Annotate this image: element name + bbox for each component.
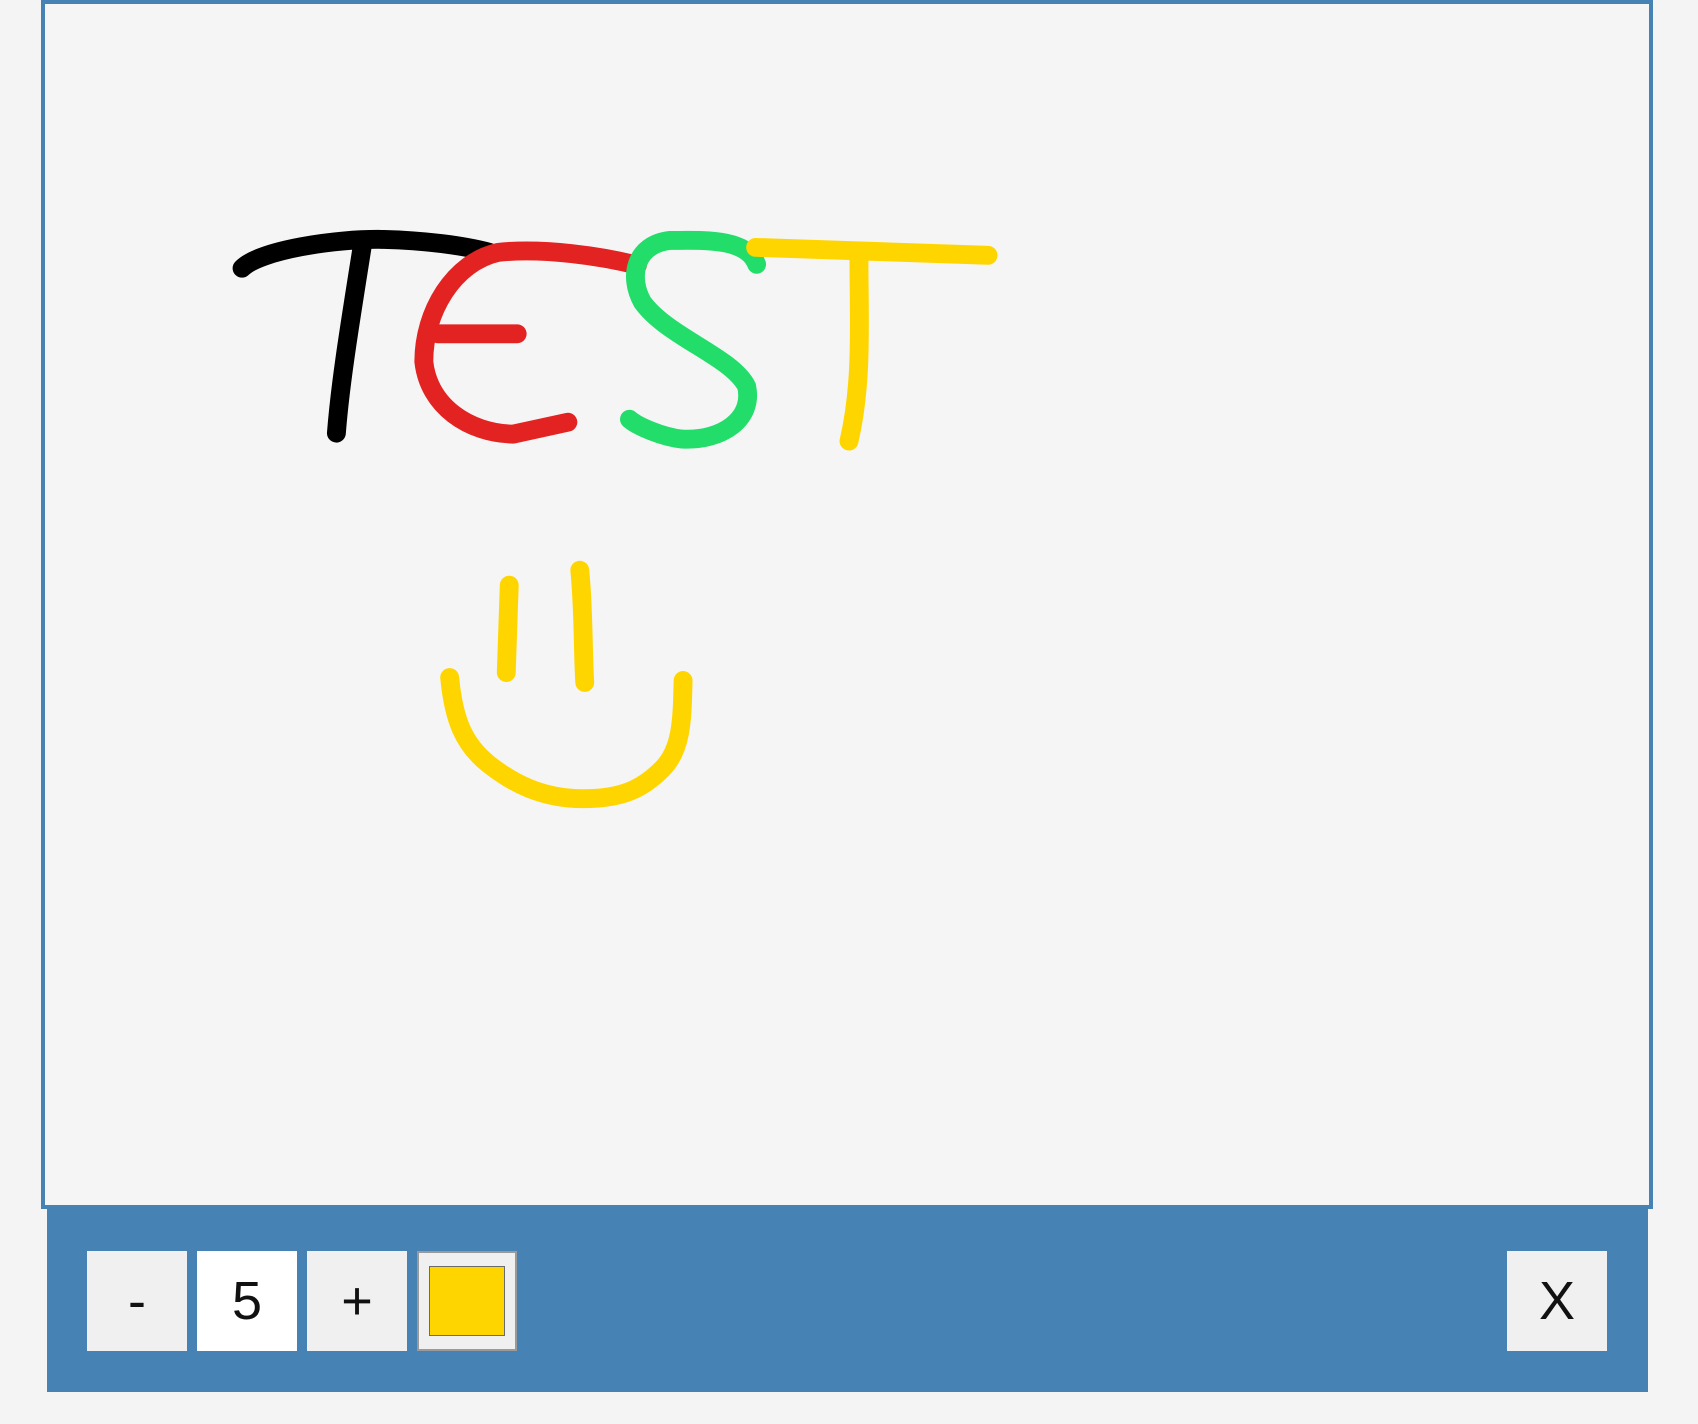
- stroke-smiley-right-eye: [570, 560, 595, 692]
- drawing-app: - 5 + X: [0, 0, 1698, 1424]
- canvas-drawing: [232, 229, 998, 809]
- stroke-smiley-mouth: [440, 668, 693, 809]
- toolbar: - 5 + X: [47, 1209, 1648, 1392]
- stroke-smiley-left-eye: [496, 575, 519, 682]
- stroke-letter-e-red: [414, 241, 647, 444]
- stroke-letter-t-yellow: [746, 237, 998, 451]
- increase-size-button[interactable]: +: [307, 1251, 407, 1351]
- decrease-size-button[interactable]: -: [87, 1251, 187, 1351]
- close-button[interactable]: X: [1507, 1251, 1607, 1351]
- color-picker-button[interactable]: [417, 1251, 517, 1351]
- brush-size-value: 5: [197, 1251, 297, 1351]
- stroke-letter-s-green: [620, 230, 767, 449]
- current-color-swatch: [429, 1266, 505, 1336]
- drawing-canvas[interactable]: [41, 0, 1653, 1209]
